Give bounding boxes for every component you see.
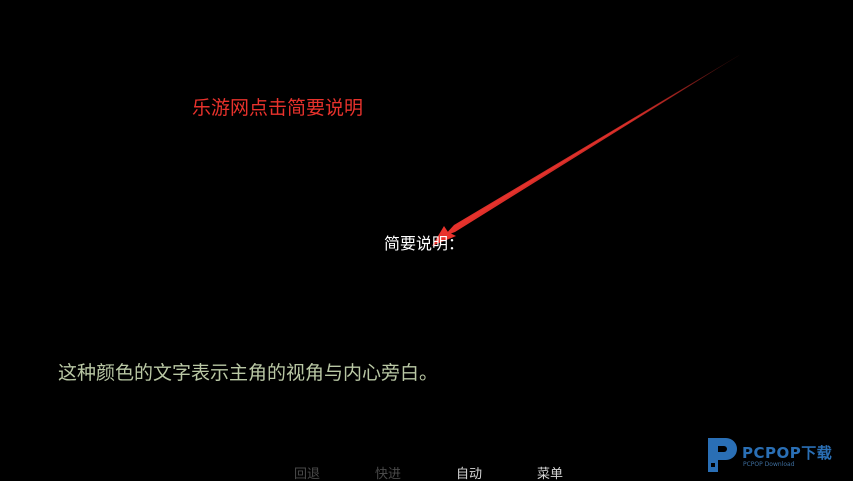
watermark-subtitle: PCPOP Download: [743, 461, 795, 468]
menu-button[interactable]: 菜单: [537, 463, 563, 481]
skip-button[interactable]: 快进: [375, 463, 401, 481]
watermark: PCPOP下载 PCPOP Download: [704, 436, 853, 476]
game-screen[interactable]: 乐游网点击简要说明 简要说明： 这种颜色的文字表示主角的视角与内心旁白。 回退 …: [0, 0, 853, 481]
pcpop-logo-icon: [708, 438, 737, 472]
rollback-button[interactable]: 回退: [294, 463, 320, 481]
dialogue-title: 简要说明：: [384, 234, 465, 253]
watermark-brand: PCPOP下载: [742, 444, 833, 462]
annotation-label: 乐游网点击简要说明: [192, 97, 364, 119]
narration-text: 这种颜色的文字表示主角的视角与内心旁白。: [58, 362, 439, 384]
auto-button[interactable]: 自动: [456, 463, 482, 481]
